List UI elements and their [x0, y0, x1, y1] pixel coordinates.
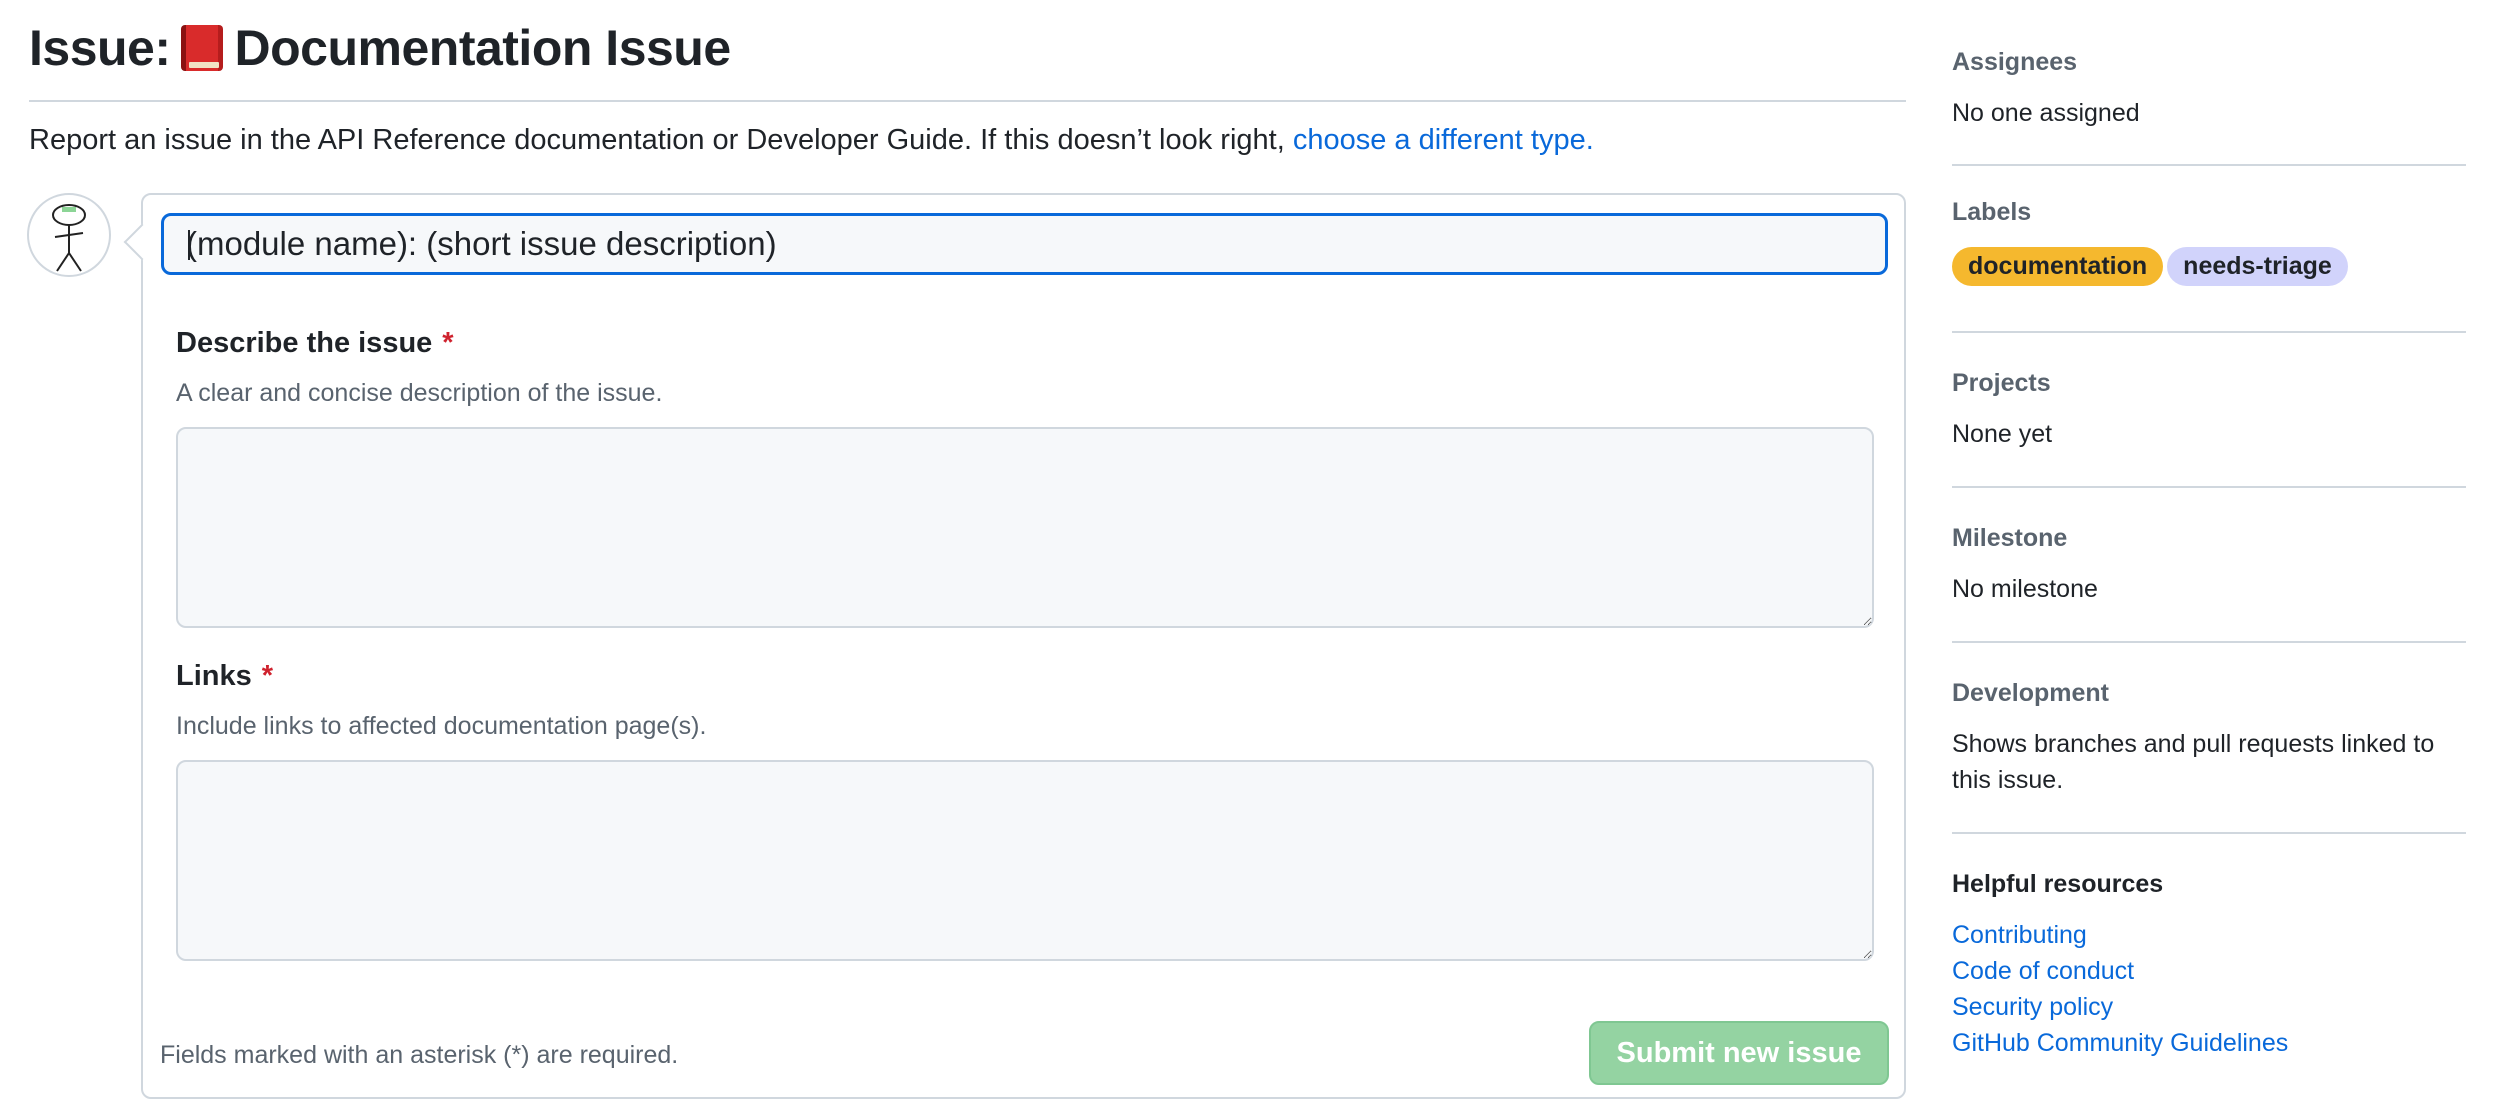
issue-header: Issue: Documentation Issue: [29, 18, 1906, 102]
helpful-links: Contributing Code of conduct Security po…: [1952, 917, 2466, 1061]
projects-value: None yet: [1952, 420, 2053, 448]
title-prefix: Issue:: [29, 20, 171, 76]
label-pill-documentation[interactable]: documentation: [1952, 247, 2164, 286]
sidebar-helpful-resources: Helpful resources Contributing Code of c…: [1952, 834, 2466, 1061]
intro-text: Report an issue in the API Reference doc…: [29, 124, 1285, 156]
label-list: documentation needs-triage: [1952, 247, 2466, 286]
avatar[interactable]: [27, 193, 111, 277]
field-label-text: Links: [176, 660, 252, 692]
field-description-describe: A clear and concise description of the i…: [176, 379, 663, 407]
helpful-resources-heading: Helpful resources: [1952, 870, 2164, 898]
contributing-link[interactable]: Contributing: [1952, 917, 2466, 953]
labels-heading: Labels: [1952, 198, 2032, 226]
milestone-value: No milestone: [1952, 575, 2098, 603]
new-issue-page: Issue: Documentation Issue Report an iss…: [0, 0, 2504, 1100]
sidebar-assignees[interactable]: Assignees No one assigned: [1952, 30, 2466, 166]
field-description-links: Include links to affected documentation …: [176, 712, 707, 740]
field-label-text: Describe the issue: [176, 327, 433, 359]
issue-title-input[interactable]: [161, 213, 1888, 275]
stick-figure-avatar-icon: [52, 204, 86, 272]
choose-different-type-link[interactable]: choose a different type.: [1293, 124, 1594, 156]
links-textarea[interactable]: [176, 760, 1874, 961]
field-label-describe: Describe the issue *: [176, 327, 454, 360]
text-caret: [188, 230, 190, 260]
template-intro: Report an issue in the API Reference doc…: [29, 120, 1594, 160]
describe-issue-textarea[interactable]: [176, 427, 1874, 628]
issue-form: Describe the issue * A clear and concise …: [141, 193, 1906, 1099]
development-heading: Development: [1952, 679, 2109, 707]
development-value: Shows branches and pull requests linked …: [1952, 730, 2435, 794]
sidebar-milestone[interactable]: Milestone No milestone: [1952, 488, 2466, 643]
sidebar-labels[interactable]: Labels documentation needs-triage: [1952, 166, 2466, 333]
label-pill-needs-triage[interactable]: needs-triage: [2167, 247, 2348, 286]
field-label-links: Links *: [176, 660, 273, 693]
sidebar-development: Development Shows branches and pull requ…: [1952, 643, 2466, 834]
projects-heading: Projects: [1952, 369, 2051, 397]
red-book-icon: [180, 25, 223, 71]
assignees-value: No one assigned: [1952, 99, 2140, 127]
sidebar-projects[interactable]: Projects None yet: [1952, 333, 2466, 488]
community-guidelines-link[interactable]: GitHub Community Guidelines: [1952, 1025, 2466, 1061]
milestone-heading: Milestone: [1952, 524, 2068, 552]
issue-sidebar: Assignees No one assigned Labels documen…: [1952, 30, 2466, 1061]
code-of-conduct-link[interactable]: Code of conduct: [1952, 953, 2466, 989]
title-text: Documentation Issue: [234, 20, 732, 76]
submit-new-issue-button[interactable]: Submit new issue: [1589, 1021, 1889, 1085]
required-asterisk: *: [442, 327, 454, 359]
required-asterisk: *: [261, 660, 274, 692]
security-policy-link[interactable]: Security policy: [1952, 989, 2466, 1025]
page-title: Issue: Documentation Issue: [29, 18, 1906, 78]
assignees-heading: Assignees: [1952, 48, 2078, 76]
required-fields-note: Fields marked with an asterisk (*) are r…: [160, 1041, 679, 1069]
